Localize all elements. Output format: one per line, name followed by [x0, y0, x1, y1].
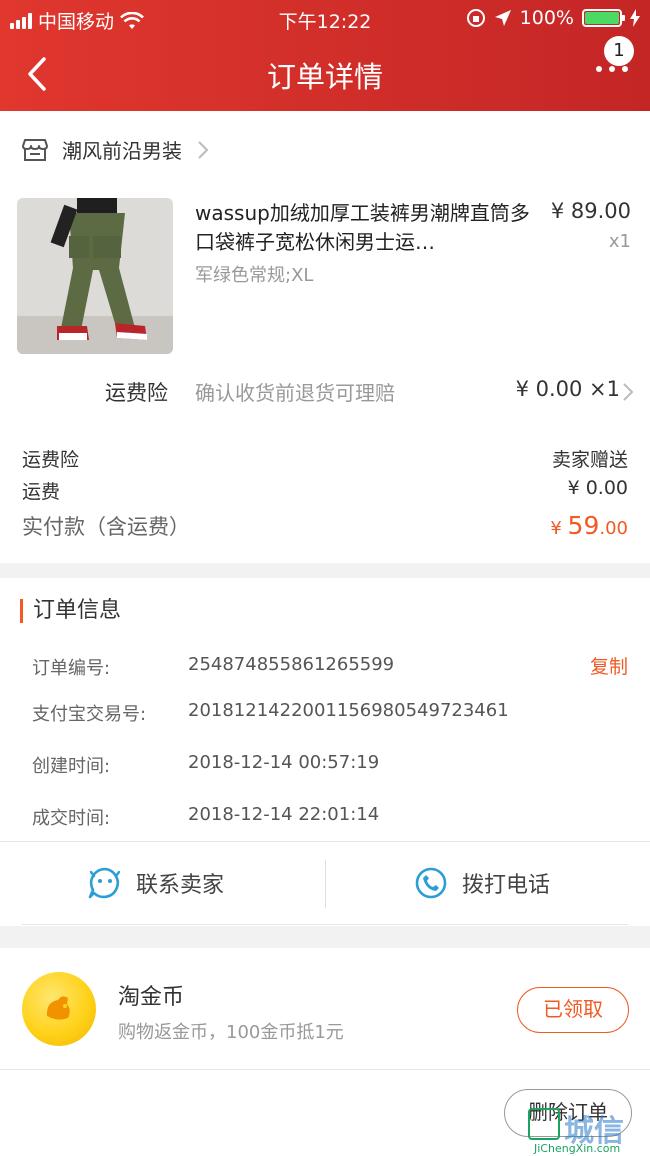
created-time: 2018-12-14 00:57:19 — [188, 752, 380, 773]
watermark-logo-icon — [528, 1108, 560, 1140]
chevron-right-icon[interactable] — [622, 381, 634, 403]
message-badge: 1 — [604, 36, 634, 66]
info-label: 支付宝交易号: — [32, 704, 147, 725]
order-number: 254874855861265599 — [188, 654, 395, 675]
total-label: 实付款（含运费） — [22, 515, 190, 539]
more-menu-icon[interactable] — [592, 66, 632, 78]
order-item-card: 潮风前沿男装 wassup加绒加厚工装裤男潮牌直筒多口袋裤子宽松休闲男士运… 军… — [0, 111, 650, 563]
divider — [0, 841, 650, 842]
product-quantity: x1 — [608, 231, 631, 252]
watermark-url: JiChengXin.com — [534, 1142, 621, 1155]
info-label: 成交时间: — [32, 808, 111, 829]
coin-title: 淘金币 — [118, 985, 185, 1010]
contact-seller-label: 联系卖家 — [136, 873, 225, 898]
total-row: 实付款（含运费） ¥ 59.00 — [22, 511, 628, 541]
product-title[interactable]: wassup加绒加厚工装裤男潮牌直筒多口袋裤子宽松休闲男士运… — [195, 199, 530, 257]
summary-label: 运费险 — [22, 449, 80, 471]
coin-icon — [22, 972, 96, 1046]
shop-link[interactable]: 潮风前沿男装 — [22, 135, 210, 164]
chat-icon — [88, 867, 121, 899]
shipping-insurance-desc: 确认收货前退货可理赔 — [195, 381, 395, 405]
order-detail-page: 中国移动 下午12:22 100% 订单详情 1 潮风前沿男装 wassup加绒… — [0, 0, 650, 1156]
order-info-card: 订单信息 订单编号: 254874855861265599 复制 支付宝交易号:… — [0, 578, 650, 926]
summary-value: ¥ 0.00 — [567, 477, 628, 499]
info-label: 创建时间: — [32, 756, 111, 777]
product-sku: 军绿色常规;XL — [195, 265, 314, 286]
shipping-insurance-label: 运费险 — [105, 381, 168, 405]
orientation-lock-icon — [466, 9, 485, 27]
deal-time: 2018-12-14 22:01:14 — [188, 804, 380, 825]
copy-button[interactable]: 复制 — [590, 652, 628, 679]
status-bar: 中国移动 下午12:22 100% — [0, 0, 650, 36]
contact-seller-button[interactable]: 联系卖家 — [88, 850, 224, 916]
phone-icon — [415, 867, 447, 899]
charging-icon — [630, 9, 640, 27]
summary-row: 运费 ¥ 0.00 — [22, 477, 628, 504]
divider — [325, 860, 326, 908]
product-image[interactable] — [17, 198, 173, 354]
divider — [22, 924, 628, 925]
summary-label: 运费 — [22, 481, 61, 503]
page-title: 订单详情 — [266, 60, 383, 94]
product-price: ¥ 89.00 — [550, 199, 631, 223]
app-header: 中国移动 下午12:22 100% 订单详情 1 — [0, 0, 650, 111]
shop-name: 潮风前沿男装 — [62, 139, 182, 163]
summary-value: 卖家赠送 — [551, 449, 628, 471]
chevron-right-icon — [198, 140, 209, 159]
total-decimal: .00 — [599, 518, 628, 539]
store-icon — [22, 138, 48, 161]
battery-icon — [582, 9, 625, 27]
coin-subtitle: 购物返金币，100金币抵1元 — [118, 1022, 344, 1043]
divider — [0, 1069, 650, 1070]
info-label: 订单编号: — [32, 658, 111, 679]
location-icon — [494, 10, 511, 26]
total-amount: ¥ 59.00 — [550, 511, 628, 541]
total-currency: ¥ — [550, 518, 568, 539]
claimed-button[interactable]: 已领取 — [517, 987, 629, 1033]
site-watermark: 城信 JiChengXin.com — [528, 1106, 648, 1155]
summary-row: 运费险 卖家赠送 — [22, 445, 628, 472]
alipay-trade-number: 2018121422001156980549723461 — [188, 700, 509, 721]
battery-percent: 100% — [519, 7, 574, 29]
total-integer: 59 — [567, 511, 600, 540]
call-phone-button[interactable]: 拨打电话 — [414, 850, 550, 916]
section-title: 订单信息 — [20, 599, 121, 623]
shipping-insurance-value[interactable]: ¥ 0.00 ×1 — [516, 377, 620, 401]
call-phone-label: 拨打电话 — [462, 873, 551, 898]
